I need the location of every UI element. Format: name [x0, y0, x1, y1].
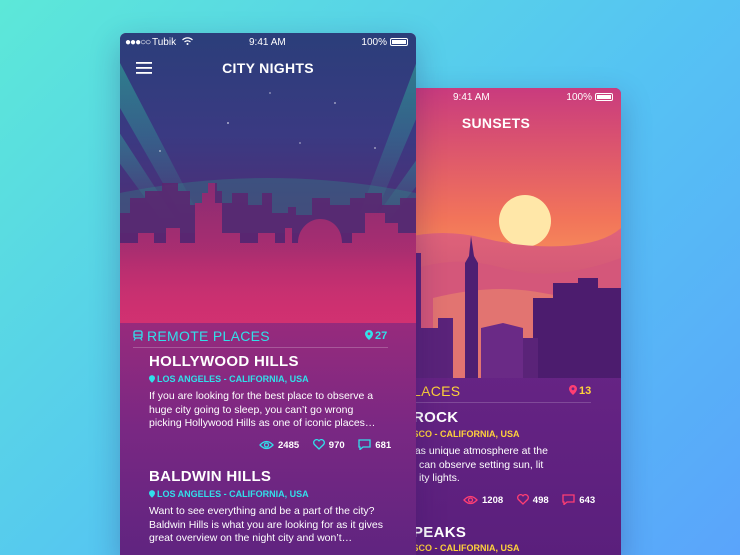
- place-stats: 1208 498 643: [463, 494, 595, 506]
- place-name[interactable]: HOLLYWOOD HILLS: [149, 353, 299, 370]
- place-name[interactable]: PEAKS: [413, 524, 466, 541]
- place-description: has unique atmosphere at the can observe…: [409, 445, 548, 484]
- wifi-icon: [181, 37, 193, 45]
- eye-icon: [259, 440, 274, 450]
- comment-icon: [358, 439, 371, 450]
- views-stat[interactable]: 2485: [259, 440, 299, 451]
- comments-stat[interactable]: 643: [562, 494, 595, 506]
- place-name[interactable]: ROCK: [413, 409, 458, 426]
- signal-icon: ●●●○○: [125, 37, 152, 48]
- location-pin-icon: [149, 490, 155, 498]
- comments-stat[interactable]: 681: [358, 439, 391, 451]
- place-name[interactable]: BALDWIN HILLS: [149, 468, 271, 485]
- sunsets-battery-level: 100%: [566, 92, 613, 103]
- location-pin-icon: [149, 375, 155, 383]
- sunsets-section-count: 13: [569, 385, 591, 397]
- place-location: ISCO - CALIFORNIA, USA: [410, 429, 520, 439]
- tram-icon: [133, 330, 143, 341]
- city-nights-screen: ●●●○○ Tubik 9:41 AM 100% CITY NIGHTS REM…: [120, 33, 416, 555]
- city-status-bar: ●●●○○ Tubik 9:41 AM 100%: [120, 33, 416, 51]
- carrier-info: ●●●○○ Tubik: [125, 37, 193, 48]
- heart-icon: [312, 439, 325, 450]
- battery-icon: [390, 38, 408, 46]
- sunsets-title: SUNSETS: [461, 115, 531, 131]
- likes-stat[interactable]: 498: [516, 494, 549, 506]
- sunsets-status-bar: 9:41 AM 100%: [403, 88, 621, 106]
- sunsets-section-label[interactable]: LACES: [413, 383, 460, 399]
- pin-icon: [365, 330, 373, 340]
- likes-stat[interactable]: 970: [312, 439, 345, 451]
- city-nights-illustration: [120, 33, 416, 323]
- place-location: LOS ANGELES - CALIFORNIA, USA: [149, 489, 309, 499]
- place-location: ISCO - CALIFORNIA, USA: [410, 543, 520, 553]
- eye-icon: [463, 495, 478, 505]
- battery-icon: [595, 93, 613, 101]
- divider: [411, 402, 591, 403]
- views-stat[interactable]: 1208: [463, 495, 503, 506]
- sunsets-screen: 9:41 AM 100% SUNSETS LACES 13 ROCK ISCO …: [403, 88, 621, 555]
- sunset-illustration: [403, 88, 621, 378]
- sunsets-clock: 9:41 AM: [453, 92, 490, 103]
- comment-icon: [562, 494, 575, 505]
- city-clock: 9:41 AM: [249, 37, 286, 48]
- place-description: Want to see everything and be a part of …: [149, 505, 384, 544]
- city-section-count: 27: [365, 330, 387, 342]
- place-location: LOS ANGELES - CALIFORNIA, USA: [149, 374, 309, 384]
- heart-icon: [516, 494, 529, 505]
- divider: [133, 347, 388, 348]
- city-nights-title: CITY NIGHTS: [222, 60, 314, 76]
- city-battery-level: 100%: [361, 37, 408, 48]
- place-stats: 2485 970 681: [259, 439, 391, 451]
- pin-icon: [569, 385, 577, 395]
- city-section-label[interactable]: REMOTE PLACES: [133, 328, 270, 344]
- place-description: If you are looking for the best place to…: [149, 390, 376, 429]
